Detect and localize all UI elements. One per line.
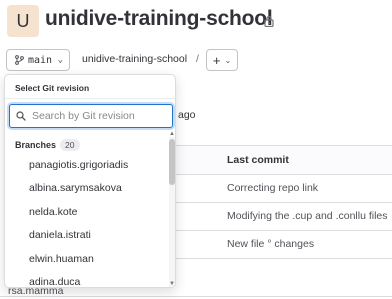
commit-message-link[interactable]: Correcting repo link xyxy=(227,182,318,194)
divider xyxy=(5,98,175,99)
branch-item[interactable]: adina.duca xyxy=(5,271,167,287)
branch-selector-button[interactable]: main ⌄ xyxy=(6,49,70,71)
table-row-divider xyxy=(0,296,392,297)
branch-icon xyxy=(15,55,24,65)
lock-icon xyxy=(264,15,274,27)
project-avatar[interactable]: U xyxy=(7,5,39,37)
table-row-divider xyxy=(172,258,392,259)
breadcrumb-repo-link[interactable]: unidive-training-school xyxy=(82,53,187,65)
branches-section-label: Branches xyxy=(15,140,57,150)
branch-count-badge: 20 xyxy=(60,139,80,151)
plus-icon: + xyxy=(212,52,221,68)
search-input[interactable] xyxy=(32,110,172,122)
repository-page: U unidive-training-school main ⌄ unidive… xyxy=(0,0,392,299)
scrollbar-thumb[interactable] xyxy=(169,139,175,185)
breadcrumb: unidive-training-school / xyxy=(82,53,199,65)
branch-list: panagiotis.grigoriadis albina.sarymsakov… xyxy=(5,153,167,287)
git-revision-dropdown: Select Git revision Branches 20 ▲ ▼ pana… xyxy=(4,74,176,288)
breadcrumb-separator: / xyxy=(195,53,199,65)
branch-item[interactable]: daniela.istrati xyxy=(5,224,167,248)
branch-item[interactable]: nelda.kote xyxy=(5,200,167,224)
search-icon xyxy=(16,111,26,121)
project-title[interactable]: unidive-training-school xyxy=(45,7,273,31)
branches-section-header: Branches 20 xyxy=(15,139,80,151)
last-commit-time: ago xyxy=(178,109,196,121)
commit-message-link[interactable]: Modifying the .cup and .conllu files xyxy=(227,210,388,222)
chevron-down-icon: ⌄ xyxy=(224,55,232,65)
scroll-up-arrow-icon[interactable]: ▲ xyxy=(169,131,175,137)
branch-item[interactable]: albina.sarymsakova xyxy=(5,177,167,201)
table-row-divider xyxy=(172,202,392,203)
branch-item[interactable]: elwin.huaman xyxy=(5,247,167,271)
branch-item[interactable]: panagiotis.grigoriadis xyxy=(5,153,167,177)
commit-message-link[interactable]: New file ° changes xyxy=(227,238,314,250)
chevron-down-icon: ⌄ xyxy=(57,55,63,65)
last-commit-column-header: Last commit xyxy=(227,154,289,166)
project-avatar-letter: U xyxy=(16,10,30,31)
table-row-divider xyxy=(172,230,392,231)
search-box[interactable] xyxy=(9,104,173,128)
add-file-button[interactable]: + ⌄ xyxy=(206,49,238,71)
branch-selector-label: main xyxy=(28,54,53,66)
scroll-down-arrow-icon[interactable]: ▼ xyxy=(169,281,175,287)
dropdown-header: Select Git revision xyxy=(15,83,90,93)
